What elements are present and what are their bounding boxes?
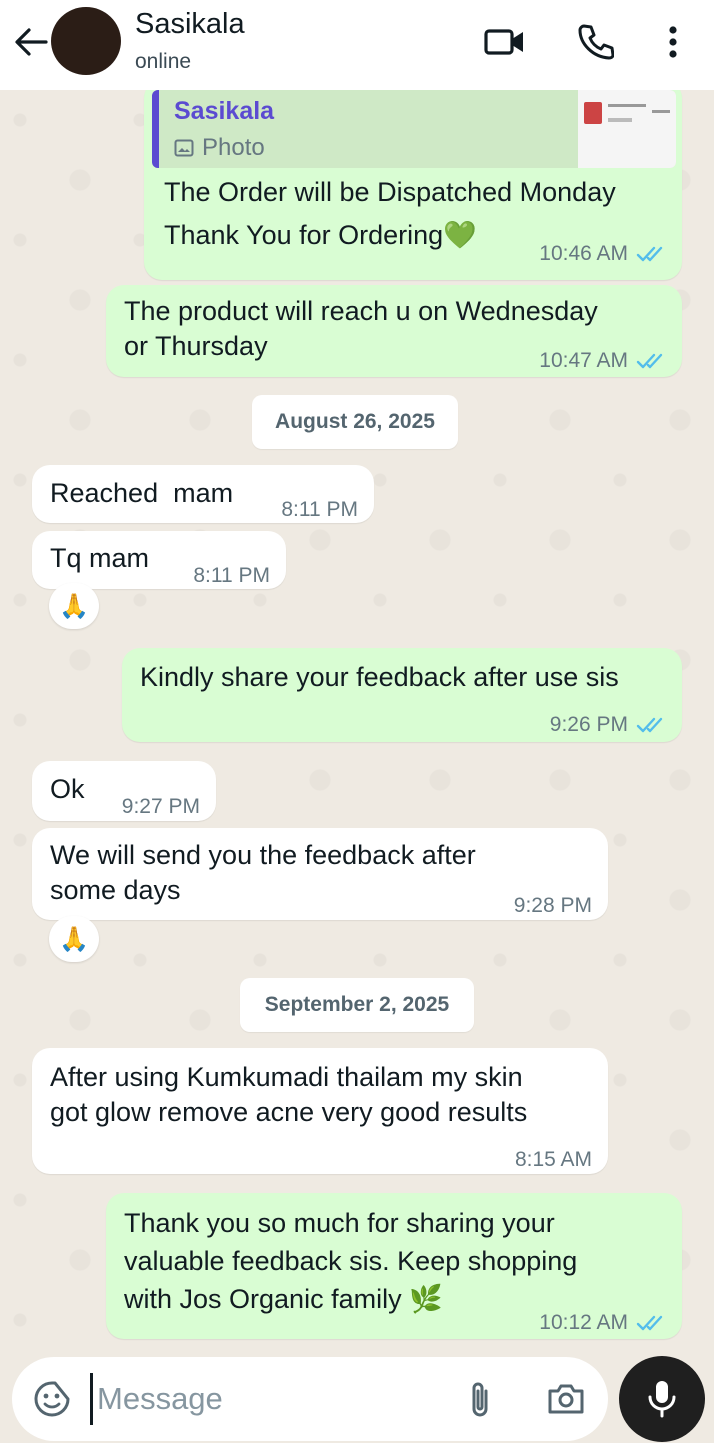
message-time: 8:11 PM: [193, 564, 270, 587]
thumbnail-image: [584, 102, 602, 124]
message-text: The product will reach u on Wednesday or…: [124, 296, 598, 361]
message-text: Tq mam: [50, 543, 150, 573]
message-time: 9:27 PM: [121, 795, 200, 818]
quoted-type: Photo: [174, 130, 265, 165]
contact-name[interactable]: Sasikala: [135, 8, 245, 41]
quoted-sender-name: Sasikala: [174, 97, 275, 125]
photo-icon: [174, 139, 194, 156]
message-bubble-incoming[interactable]: We will send you the feedback after some…: [32, 828, 608, 920]
message-bubble-incoming[interactable]: After using Kumkumadi thailam my skin go…: [32, 1048, 608, 1174]
message-bubble-outgoing[interactable]: The product will reach u on Wednesday or…: [106, 285, 682, 377]
message-meta: 9:27 PM: [122, 789, 200, 824]
message-input[interactable]: [90, 1373, 430, 1425]
microphone-icon[interactable]: [619, 1356, 705, 1442]
message-meta: 8:11 PM: [281, 492, 358, 527]
reaction-badge[interactable]: 🙏: [49, 583, 99, 629]
message-bubble-outgoing[interactable]: Thank you so much for sharing your valua…: [106, 1193, 682, 1339]
avatar[interactable]: [51, 7, 121, 75]
message-composer: [12, 1357, 608, 1441]
message-bubble-incoming[interactable]: Reached mam 8:11 PM: [32, 465, 374, 523]
message-text: Thank you so much for sharing your valua…: [124, 1208, 578, 1314]
thumbnail-price: [652, 110, 670, 113]
message-time: 10:12 AM: [539, 1311, 628, 1334]
read-ticks-icon: [636, 717, 663, 732]
message-time: 10:46 AM: [539, 242, 628, 265]
message-bubble-incoming[interactable]: Ok 9:27 PM: [32, 761, 216, 821]
contact-status: online: [135, 50, 192, 73]
message-meta: 9:28 PM: [514, 888, 592, 923]
read-ticks-icon: [636, 246, 663, 261]
video-call-icon[interactable]: [480, 20, 530, 64]
read-ticks-icon: [636, 353, 663, 368]
message-meta: 8:15 AM: [515, 1142, 592, 1177]
message-meta: 9:26 PM: [550, 707, 666, 742]
message-time: 9:28 PM: [513, 894, 592, 917]
quoted-photo-thumbnail: [578, 90, 676, 168]
message-bubble-outgoing[interactable]: Kindly share your feedback after use sis…: [122, 648, 682, 742]
message-text: After using Kumkumadi thailam my skin go…: [50, 1062, 528, 1127]
camera-icon[interactable]: [542, 1377, 590, 1421]
message-text: Reached mam: [50, 478, 234, 508]
chat-area[interactable]: Sasikala Photo The Order will be Dispatc…: [0, 90, 714, 1353]
message-meta: 10:12 AM: [539, 1305, 666, 1340]
message-text: Ok: [50, 774, 85, 804]
message-time: 8:11 PM: [281, 498, 358, 521]
message-time: 9:26 PM: [549, 713, 628, 736]
thumbnail-text-line: [608, 104, 646, 107]
read-ticks-icon: [636, 1315, 663, 1330]
message-time: 10:47 AM: [539, 349, 628, 372]
sticker-emoji-icon[interactable]: [30, 1377, 74, 1421]
date-separator: September 2, 2025: [240, 978, 474, 1032]
back-arrow-icon[interactable]: [12, 22, 50, 62]
message-meta: 8:11 PM: [193, 558, 270, 593]
message-bubble-incoming[interactable]: Tq mam 8:11 PM: [32, 531, 286, 589]
message-bubble-outgoing[interactable]: Sasikala Photo The Order will be Dispatc…: [144, 90, 682, 280]
attach-paperclip-icon[interactable]: [460, 1377, 500, 1421]
quoted-reply[interactable]: Sasikala Photo: [152, 90, 676, 168]
message-text: Kindly share your feedback after use sis: [140, 662, 619, 692]
more-vertical-icon[interactable]: [656, 20, 690, 64]
voice-call-icon[interactable]: [570, 20, 620, 64]
message-meta: 10:47 AM: [539, 343, 666, 378]
chat-header: Sasikala online: [0, 0, 714, 90]
quoted-type-label: Photo: [202, 134, 265, 161]
message-text: We will send you the feedback after some…: [50, 840, 476, 905]
reaction-badge[interactable]: 🙏: [49, 916, 99, 962]
thumbnail-controls: [608, 118, 632, 122]
message-meta: 10:46 AM: [539, 236, 666, 271]
message-time: 8:15 AM: [514, 1148, 592, 1171]
date-separator: August 26, 2025: [252, 395, 458, 449]
quote-accent-bar: [152, 90, 159, 168]
